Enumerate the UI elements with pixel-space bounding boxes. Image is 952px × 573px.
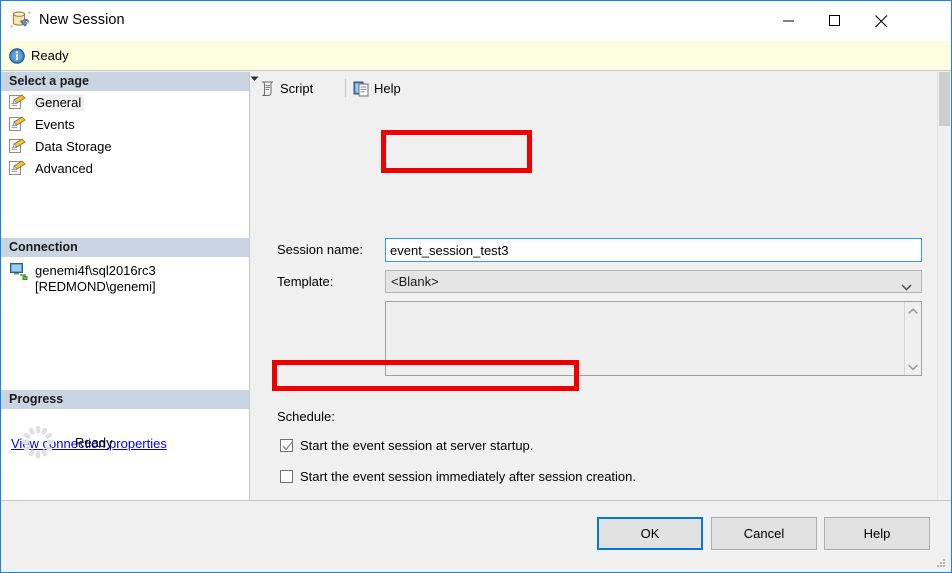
connection-server: genemi4f\sql2016rc3 — [35, 263, 156, 278]
template-label: Template: — [277, 274, 334, 289]
resize-grip-icon[interactable] — [935, 557, 947, 569]
dialog-body: Select a page General Events Data Storag… — [1, 72, 951, 514]
page-icon — [9, 94, 26, 110]
minimize-button[interactable] — [766, 1, 812, 41]
checkbox-start-at-server-startup[interactable]: Start the event session at server startu… — [280, 438, 533, 453]
template-select[interactable]: <Blank> — [385, 270, 922, 293]
checkbox-label: Start the event session at server startu… — [300, 438, 534, 453]
dialog-footer: OK Cancel Help — [1, 500, 951, 572]
close-button[interactable] — [858, 1, 904, 41]
connection-details: genemi4f\sql2016rc3 [REDMOND\genemi] — [35, 263, 156, 295]
info-icon — [9, 48, 25, 64]
help-toolbar-button[interactable]: Help — [353, 77, 401, 99]
scroll-down-icon[interactable] — [907, 361, 919, 371]
help-button[interactable]: Help — [824, 517, 930, 550]
new-session-dialog: New Session Ready Select a page General … — [0, 0, 952, 573]
scroll-up-icon[interactable] — [907, 306, 919, 316]
left-pane: Select a page General Events Data Storag… — [1, 72, 250, 500]
session-database-icon — [10, 10, 31, 31]
chevron-down-icon — [901, 279, 912, 291]
page-toolbar: Script Help — [250, 72, 938, 104]
chevron-down-icon[interactable] — [250, 72, 259, 86]
progress-text: Ready — [75, 434, 113, 450]
page-icon — [9, 116, 26, 132]
sidebar-item-events[interactable]: Events — [1, 113, 249, 135]
template-description-box[interactable] — [385, 301, 922, 376]
template-selected-value: <Blank> — [391, 274, 439, 289]
session-name-input[interactable] — [385, 238, 922, 262]
sidebar-item-general[interactable]: General — [1, 91, 249, 113]
status-bar: Ready — [1, 41, 951, 71]
script-button-label: Script — [280, 80, 314, 96]
general-page-form: Session name: Template: <Blank> — [250, 104, 938, 514]
checkbox-label: Start the event session immediately afte… — [300, 469, 636, 484]
script-button[interactable]: Script — [259, 77, 313, 99]
title-bar: New Session — [1, 1, 951, 41]
sidebar-item-label: Data Storage — [35, 138, 112, 154]
window-title: New Session — [39, 12, 125, 28]
session-name-label: Session name: — [277, 242, 363, 257]
progress-header: Progress — [1, 390, 249, 409]
page-list: General Events Data Storage Advanced — [1, 91, 249, 179]
help-pages-icon — [353, 80, 370, 97]
sidebar-item-label: General — [32, 93, 85, 111]
sidebar-item-label: Advanced — [35, 160, 93, 176]
toolbar-separator — [345, 79, 346, 97]
sidebar-item-label: Events — [35, 116, 75, 132]
sidebar-item-data-storage[interactable]: Data Storage — [1, 135, 249, 157]
description-scrollbar[interactable] — [904, 302, 921, 375]
connection-info: genemi4f\sql2016rc3 [REDMOND\genemi] — [1, 257, 249, 295]
checkbox-start-immediately[interactable]: Start the event session immediately afte… — [280, 469, 636, 484]
sidebar-item-advanced[interactable]: Advanced — [1, 157, 249, 179]
page-scrollbar-thumb[interactable] — [939, 72, 950, 126]
progress-spinner-icon — [19, 423, 57, 461]
server-connection-icon — [10, 263, 28, 281]
connection-header: Connection — [1, 238, 249, 257]
cancel-button[interactable]: Cancel — [711, 517, 817, 550]
checkbox-box[interactable] — [280, 470, 293, 483]
status-text: Ready — [31, 48, 69, 63]
help-toolbar-label: Help — [374, 80, 401, 96]
script-icon — [259, 80, 276, 97]
page-scrollbar[interactable] — [937, 72, 951, 500]
checkbox-box[interactable] — [280, 439, 293, 452]
schedule-label: Schedule: — [277, 409, 335, 424]
right-pane: Script Help Session name: event_session_… — [250, 72, 951, 514]
page-icon — [9, 160, 26, 176]
connection-user: [REDMOND\genemi] — [35, 279, 156, 294]
page-icon — [9, 138, 26, 154]
select-a-page-header: Select a page — [1, 72, 249, 91]
maximize-button[interactable] — [812, 1, 858, 41]
progress-info: Ready — [1, 409, 249, 461]
ok-button[interactable]: OK — [597, 517, 703, 550]
